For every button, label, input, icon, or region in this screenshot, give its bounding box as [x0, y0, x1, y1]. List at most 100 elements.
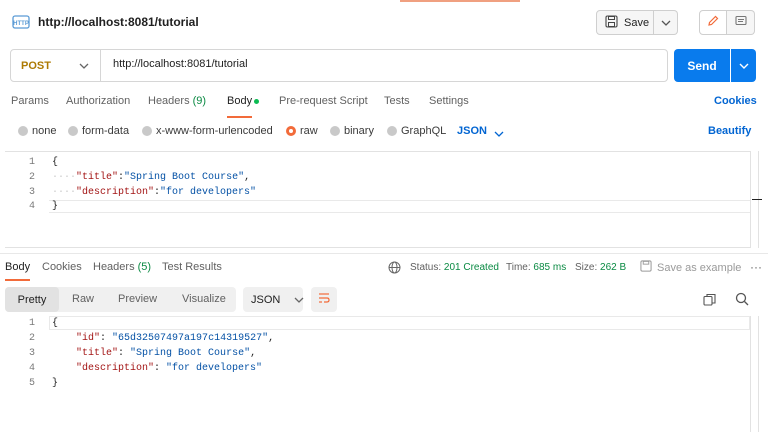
editor-border	[758, 316, 759, 432]
chevron-down-icon	[79, 60, 89, 72]
copy-icon[interactable]	[703, 293, 716, 309]
pane-divider[interactable]	[0, 253, 768, 254]
radio-raw[interactable]	[286, 126, 296, 136]
editor-scrollbar[interactable]	[750, 316, 751, 432]
save-icon	[640, 260, 652, 275]
status-indicator[interactable]: Status: 201 Created	[410, 262, 499, 273]
radio-urlencoded-label: x-www-form-urlencoded	[156, 125, 273, 137]
json-value: "65d32507497a197c14319527"	[112, 333, 269, 344]
search-icon[interactable]	[735, 292, 749, 309]
send-button[interactable]: Send	[674, 49, 730, 82]
pencil-icon	[707, 15, 719, 30]
view-preview[interactable]: Preview	[118, 293, 157, 305]
chevron-down-icon	[294, 294, 304, 306]
cookies-link[interactable]: Cookies	[714, 95, 757, 107]
radio-none[interactable]	[18, 126, 28, 136]
code-line[interactable]: "id": "65d32507497a197c14319527",	[52, 333, 274, 344]
radio-binary-label: binary	[344, 125, 374, 137]
globe-icon[interactable]	[388, 261, 401, 277]
radio-graphql[interactable]	[387, 126, 397, 136]
radio-urlencoded[interactable]	[142, 126, 152, 136]
body-modified-indicator	[254, 99, 259, 104]
size-value: 262 B	[600, 262, 627, 273]
tab-settings[interactable]: Settings	[429, 95, 469, 107]
tab-params[interactable]: Params	[11, 95, 49, 107]
wrap-lines-button[interactable]	[311, 287, 337, 312]
http-request-icon: HTTP	[12, 13, 30, 31]
send-options-dropdown[interactable]	[731, 49, 756, 82]
chevron-down-icon	[739, 60, 749, 72]
svg-text:HTTP: HTTP	[13, 21, 29, 27]
response-tab-headers-count: (5)	[137, 261, 152, 273]
code-line[interactable]: "description": "for developers"	[52, 363, 262, 374]
save-options-dropdown[interactable]	[654, 10, 678, 35]
code-line[interactable]: }	[52, 201, 58, 212]
line-number: 3	[28, 348, 35, 359]
save-button[interactable]: Save	[596, 10, 654, 35]
line-number: 4	[28, 363, 35, 374]
response-tab-test-results[interactable]: Test Results	[162, 261, 222, 273]
line-number: 5	[28, 378, 35, 389]
line-number: 1	[28, 318, 35, 329]
json-value: "Spring Boot Course"	[130, 348, 251, 359]
response-tab-body[interactable]: Body	[5, 261, 30, 273]
save-as-example-label: Save as example	[657, 261, 742, 274]
indent-whitespace: ····	[52, 172, 77, 183]
more-options-icon[interactable]: ···	[750, 260, 762, 274]
code-line[interactable]: }	[52, 378, 58, 389]
radio-form-data[interactable]	[68, 126, 78, 136]
time-indicator[interactable]: Time: 685 ms	[506, 262, 566, 273]
tab-authorization[interactable]: Authorization	[66, 95, 130, 107]
response-tab-headers-label: Headers	[93, 261, 135, 273]
comments-button[interactable]	[727, 10, 755, 35]
json-value: "for developers"	[160, 187, 257, 198]
editor-border	[5, 247, 750, 248]
radio-graphql-label: GraphQL	[401, 125, 447, 137]
request-title[interactable]: http://localhost:8081/tutorial	[38, 15, 199, 29]
tab-pre-request-script[interactable]: Pre-request Script	[279, 95, 368, 107]
code-line[interactable]: {	[52, 157, 58, 168]
json-key: "title"	[76, 172, 119, 183]
beautify-link[interactable]: Beautify	[708, 125, 751, 137]
line-number: 1	[28, 157, 35, 168]
body-format-selector[interactable]: JSON	[457, 125, 487, 137]
scroll-position-marker	[752, 199, 762, 200]
save-as-example-button[interactable]: Save as example	[640, 260, 741, 275]
size-label: Size:	[575, 262, 598, 273]
view-pretty[interactable]: Pretty	[5, 287, 59, 312]
tab-tests[interactable]: Tests	[384, 95, 410, 107]
editor-scrollbar[interactable]	[750, 151, 751, 248]
radio-form-data-label: form-data	[82, 125, 130, 137]
response-tab-cookies[interactable]: Cookies	[42, 261, 82, 273]
method-selector[interactable]: POST	[11, 50, 101, 81]
tab-headers[interactable]: Headers (9)	[148, 95, 206, 107]
active-tab-indicator	[400, 0, 520, 2]
url-input[interactable]: http://localhost:8081/tutorial	[113, 58, 248, 70]
time-label: Time:	[506, 262, 531, 273]
chevron-down-icon	[661, 17, 671, 29]
code-line[interactable]: ····"description":"for developers"	[52, 187, 256, 198]
line-number: 2	[28, 333, 35, 344]
radio-raw-label: raw	[300, 125, 318, 137]
radio-binary[interactable]	[330, 126, 340, 136]
tab-body-underline	[227, 116, 252, 118]
json-key: "id"	[76, 333, 101, 344]
code-line[interactable]: ····"title":"Spring Boot Course",	[52, 172, 250, 183]
json-key: "description"	[76, 363, 155, 374]
json-value: "Spring Boot Course"	[124, 172, 245, 183]
response-format-selector[interactable]: JSON	[243, 287, 304, 312]
edit-button[interactable]	[699, 10, 727, 35]
status-value: 201 Created	[443, 262, 499, 273]
time-value: 685 ms	[533, 262, 567, 273]
json-value: "for developers"	[166, 363, 263, 374]
tab-body[interactable]: Body	[227, 95, 252, 107]
url-bar	[10, 49, 668, 82]
code-line[interactable]: {	[52, 318, 58, 329]
response-tab-headers[interactable]: Headers (5)	[93, 261, 151, 273]
view-visualize[interactable]: Visualize	[182, 293, 226, 305]
json-key: "description"	[76, 187, 155, 198]
view-raw[interactable]: Raw	[72, 293, 94, 305]
code-line[interactable]: "title": "Spring Boot Course",	[52, 348, 256, 359]
brace: }	[52, 378, 59, 389]
size-indicator[interactable]: Size: 262 B	[575, 262, 626, 273]
